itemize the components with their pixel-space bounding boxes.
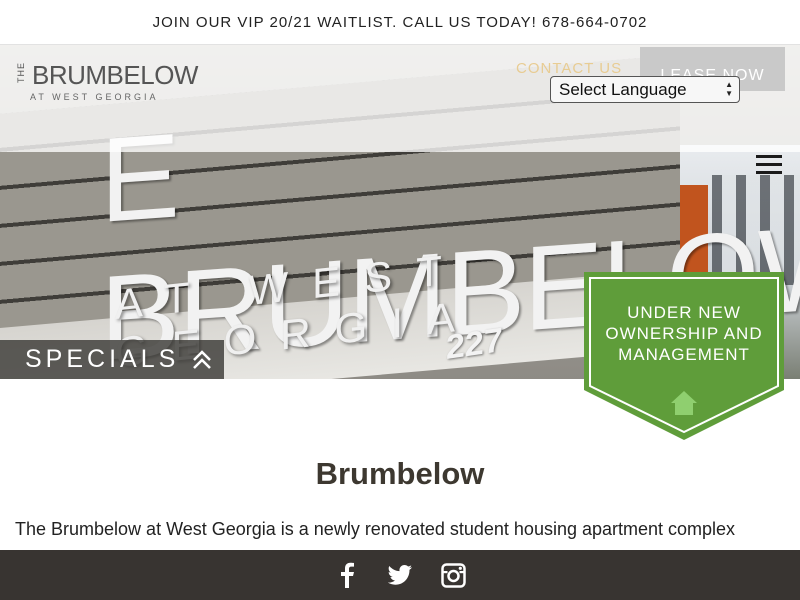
announcement-text: JOIN OUR VIP 20/21 WAITLIST. CALL US TOD… <box>152 13 648 31</box>
instagram-icon[interactable] <box>440 562 466 588</box>
language-select[interactable]: Select Language ▲ ▼ <box>550 76 740 103</box>
announcement-bar: JOIN OUR VIP 20/21 WAITLIST. CALL US TOD… <box>0 0 800 45</box>
footer-social-bar <box>0 550 800 600</box>
language-select-value: Select Language <box>559 79 687 99</box>
double-chevron-up-icon <box>191 349 213 371</box>
logo-subtitle: AT WEST GEORGIA <box>30 92 159 102</box>
facebook-icon[interactable] <box>335 562 360 588</box>
new-ownership-badge: UNDER NEW OWNERSHIP AND MANAGEMENT <box>584 272 784 440</box>
menu-bar <box>756 155 782 158</box>
home-icon <box>670 390 698 416</box>
specials-label: SPECIALS <box>25 345 180 373</box>
site-logo[interactable]: THE BRUMBELOW AT WEST GEORGIA <box>16 60 198 104</box>
badge-text: UNDER NEW OWNERSHIP AND MANAGEMENT <box>605 303 763 364</box>
select-arrows-icon: ▲ ▼ <box>725 80 733 98</box>
logo-name: BRUMBELOW <box>32 60 198 90</box>
twitter-icon[interactable] <box>387 563 413 588</box>
page-title: Brumbelow <box>315 456 485 491</box>
specials-button[interactable]: SPECIALS <box>0 340 224 379</box>
contact-us-link[interactable]: CONTACT US <box>516 60 622 77</box>
intro-paragraph: The Brumbelow at West Georgia is a newly… <box>15 519 736 539</box>
menu-bar <box>756 163 782 166</box>
menu-bar <box>756 171 782 174</box>
hero-sign-number: 227 <box>446 321 503 367</box>
hamburger-menu-icon[interactable] <box>756 155 782 177</box>
logo-the: THE <box>16 62 26 83</box>
